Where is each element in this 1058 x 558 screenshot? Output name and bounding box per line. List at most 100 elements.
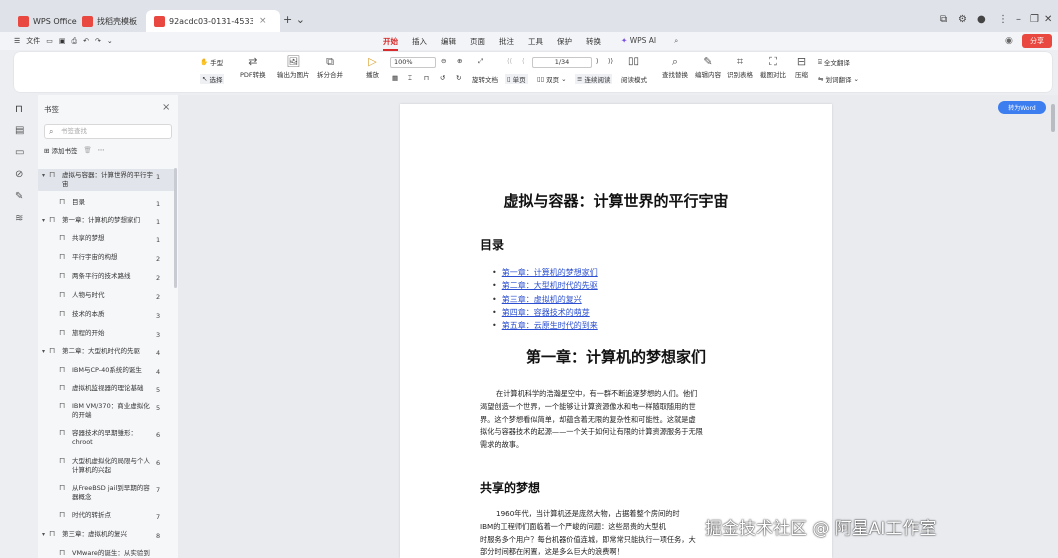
export-image-button[interactable]: 🖼 输出为图片 (277, 55, 310, 79)
toc-link-5[interactable]: 第五章：云原生时代的到来 (492, 319, 598, 332)
panel-scrollbar[interactable] (174, 168, 177, 288)
crop-icon[interactable]: ⌶ (408, 74, 412, 83)
bookmark-item[interactable]: ⊓ 共享的梦想 1 (38, 232, 174, 245)
toc-link-2[interactable]: 第二章：大型机时代的先驱 (492, 279, 598, 292)
tab-document[interactable]: 92acdc03-0131-4533-bf9c × (146, 10, 280, 32)
bookmark-item[interactable]: ⊓ 旅程的开始 3 (38, 327, 174, 340)
zoom-select[interactable]: 100% (390, 57, 436, 68)
bookmark-rail-icon[interactable]: ⊓ (15, 104, 23, 115)
bookmark-search-input[interactable]: ⌕ 书签查找 (44, 124, 172, 139)
window-layout-icon[interactable]: ⧉ (940, 14, 947, 25)
last-page-icon[interactable]: ⟩⟩ (608, 57, 613, 65)
search-icon[interactable]: ⌕ (674, 36, 678, 51)
read-mode-icon[interactable]: ▯▯ (628, 56, 639, 67)
bookmark-item[interactable]: ▾ ⊓ 第二章：大型机时代的先驱 4 (38, 345, 174, 358)
bookmark-item[interactable]: ⊓ 技术的本质 3 (38, 308, 174, 321)
split-merge-button[interactable]: ⧉ 拆分合并 (317, 55, 343, 79)
share-button[interactable]: 分享 (1022, 34, 1052, 48)
word-translate-button[interactable]: ⇋ 划词翻译 ⌄ (818, 74, 859, 84)
bookmark-item[interactable]: ⊓ 人物与时代 2 (38, 289, 174, 302)
toc-link-3[interactable]: 第三章：虚拟机的复兴 (492, 293, 598, 306)
read-mode-button[interactable]: 阅读模式 (621, 74, 647, 84)
close-icon[interactable]: × (162, 102, 170, 113)
avatar-icon[interactable]: ● (977, 14, 986, 25)
play-button[interactable]: ▷ 播放 (366, 55, 379, 79)
double-page-button[interactable]: ▯▯ 双页 ⌄ (537, 74, 567, 84)
tab-insert[interactable]: 插入 (412, 36, 427, 51)
convert-to-word-button[interactable]: 转为Word (998, 101, 1046, 114)
more-options-icon[interactable]: ⋯ (98, 146, 105, 154)
undo-icon[interactable]: ↶ (83, 37, 89, 45)
rotate-left-icon[interactable]: ↺ (440, 74, 445, 82)
file-menu[interactable]: 文件 (26, 36, 40, 46)
bookmark-item[interactable]: ⊓ VMware的诞生：从实验到 (38, 547, 174, 558)
maximize-icon[interactable]: ❐ (1030, 14, 1039, 25)
screenshot-compare-button[interactable]: ⛶ 截图对比 (760, 55, 786, 79)
form-recognize-button[interactable]: ⌗ 识别表格 (727, 55, 753, 79)
continuous-read-button[interactable]: ≡ 连续阅读 (575, 74, 613, 84)
tab-tools[interactable]: 工具 (528, 36, 543, 51)
comment-rail-icon[interactable]: ▭ (15, 147, 24, 158)
tab-protect[interactable]: 保护 (557, 36, 572, 51)
bookmark-item[interactable]: ▾ ⊓ 第一章：计算机的梦想家们 1 (38, 214, 174, 227)
fit-page-icon[interactable]: ⤢ (478, 57, 483, 66)
full-translate-button[interactable]: ⌸ 全文翻译 (818, 57, 850, 68)
tab-home[interactable]: 开始 (383, 36, 398, 51)
settings-icon[interactable]: ⚙ (958, 14, 967, 25)
new-tab-icon[interactable]: + ⌄ (283, 13, 305, 26)
next-page-icon[interactable]: ⟩ (596, 57, 599, 65)
bookmark-item[interactable]: ⊓ 容器技术的早期雏形：chroot 6 (38, 427, 174, 449)
thumbnail-rail-icon[interactable]: ▤ (15, 125, 24, 136)
edit-content-button[interactable]: ✎ 编辑内容 (695, 55, 721, 79)
pdf-convert-button[interactable]: ⇄ PDF转换 (240, 55, 266, 79)
minimize-icon[interactable]: – (1016, 14, 1021, 25)
expand-caret-icon[interactable]: ▾ (42, 216, 45, 225)
menu-icon[interactable]: ☰ (14, 37, 20, 45)
bookmark-item[interactable]: ▾ ⊓ 第三章：虚拟机的复兴 8 (38, 528, 174, 541)
bookmark-item[interactable]: ▾ ⊓ 虚拟与容器：计算世界的平行宇宙 1 (38, 169, 174, 191)
tab-wps-ai[interactable]: ✦ WPS AI (621, 36, 656, 51)
bookmark-item[interactable]: ⊓ IBM VM/370：商业虚拟化的开端 5 (38, 400, 174, 422)
tab-edit[interactable]: 编辑 (441, 36, 456, 51)
bookmark-item[interactable]: ⊓ 平行宇宙的构想 2 (38, 251, 174, 264)
hand-tool[interactable]: ✋ 手型 (200, 57, 223, 67)
open-icon[interactable]: ▭ (46, 37, 53, 45)
more-icon[interactable]: ⋮ (998, 14, 1008, 25)
expand-caret-icon[interactable]: ▾ (42, 347, 45, 356)
close-tab-icon[interactable]: × (259, 16, 267, 26)
delete-bookmark-icon[interactable]: 🗑 (84, 146, 92, 154)
compress-button[interactable]: ⊟ 压缩 (795, 55, 808, 79)
signature-rail-icon[interactable]: ✎ (15, 191, 23, 202)
document-scrollbar[interactable] (1051, 104, 1055, 132)
rotate-doc-button[interactable]: 旋转文档 (472, 74, 498, 84)
bookmark-item[interactable]: ⊓ 从FreeBSD jail到早期的容器概念 7 (38, 482, 174, 504)
bookmark-item[interactable]: ⊓ 虚拟机监视器的理论基础 5 (38, 382, 174, 395)
redo-icon[interactable]: ↷ (95, 37, 101, 45)
bookmark-item[interactable]: ⊓ 大型机虚拟化的局限与个人计算机的兴起 6 (38, 455, 174, 477)
find-replace-button[interactable]: ⌕ 查找替换 (662, 55, 688, 79)
select-tool[interactable]: ↖ 选择 (200, 74, 225, 84)
bookmark-item[interactable]: ⊓ 目录 1 (38, 196, 174, 209)
page-number-input[interactable]: 1/34 (532, 57, 592, 68)
expand-caret-icon[interactable]: ▾ (42, 171, 45, 180)
first-page-icon[interactable]: ⟨⟨ (507, 57, 512, 65)
tab-convert[interactable]: 转换 (586, 36, 601, 51)
prev-page-icon[interactable]: ⟨ (522, 57, 525, 65)
view-icon[interactable]: ◉ (1005, 36, 1013, 46)
bookmark-item[interactable]: ⊓ IBM与CP-40系统的诞生 4 (38, 364, 174, 377)
save-icon[interactable]: ▣ (59, 37, 66, 45)
toc-link-1[interactable]: 第一章：计算机的梦想家们 (492, 266, 598, 279)
bookmark-item[interactable]: ⊓ 两条平行的技术路线 2 (38, 270, 174, 283)
close-window-icon[interactable]: ✕ (1044, 14, 1052, 25)
expand-caret-icon[interactable]: ▾ (42, 530, 45, 539)
tab-comment[interactable]: 批注 (499, 36, 514, 51)
tab-page[interactable]: 页面 (470, 36, 485, 51)
print-icon[interactable]: ⎙ (72, 37, 78, 46)
bookmark-tool-icon[interactable]: ⊓ (424, 74, 429, 82)
single-page-button[interactable]: ▯ 单页 (505, 74, 528, 84)
attachment-rail-icon[interactable]: ⊘ (15, 169, 23, 180)
fit-width-icon[interactable]: ▦ (392, 74, 398, 82)
add-bookmark-button[interactable]: ⊞ 添加书签 (44, 145, 78, 155)
zoom-in-icon[interactable]: ⊕ (457, 57, 462, 65)
rotate-right-icon[interactable]: ↻ (456, 74, 461, 82)
